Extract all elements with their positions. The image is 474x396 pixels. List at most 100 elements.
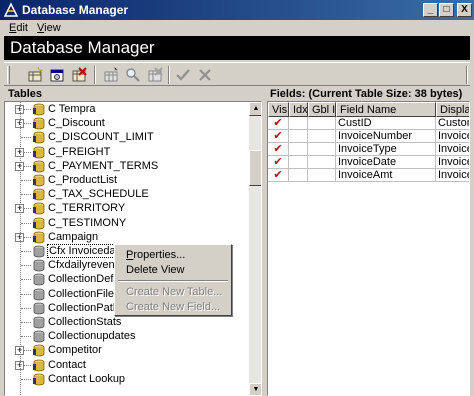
tree-item-label: CollectionPath	[48, 301, 119, 314]
find-icon[interactable]	[124, 66, 142, 84]
view-icon	[32, 316, 46, 329]
new-table-icon[interactable]	[26, 66, 44, 84]
view-icon	[32, 273, 46, 286]
tree-item[interactable]: + Campaign	[5, 230, 249, 245]
grid-cell-name[interactable]: InvoiceNumber	[336, 130, 436, 143]
visible-checkbox[interactable]: ✔	[268, 156, 289, 169]
menu-item-create-new-table[interactable]: Create New Table...	[126, 286, 222, 298]
grid-cell-gbl[interactable]	[308, 169, 336, 182]
column-header-gbl[interactable]: Gbl ID	[308, 102, 336, 117]
tree-item[interactable]: + Competitor	[5, 343, 249, 358]
fields-pane-label: Fields: (Current Table Size: 38 bytes)	[270, 88, 463, 100]
grid-cell-idx[interactable]	[289, 143, 308, 156]
tree-item[interactable]: C_DISCOUNT_LIMIT	[5, 130, 249, 145]
table-icon	[32, 160, 46, 173]
grid-cell-display[interactable]: Invoice Amt	[436, 169, 469, 182]
tree-line	[21, 222, 31, 224]
scroll-down-button[interactable]: ▼	[249, 383, 261, 395]
tree-item[interactable]: Collectionupdates	[5, 329, 249, 344]
minimize-button[interactable]: _	[423, 3, 438, 17]
tree-item[interactable]: + C_TERRITORY	[5, 201, 249, 216]
grid-cell-name[interactable]: CustID	[336, 117, 436, 130]
toolbar-separator	[466, 66, 468, 84]
tree-item[interactable]: + C_FREIGHT	[5, 145, 249, 160]
visible-checkbox[interactable]: ✔	[268, 143, 289, 156]
tree-item[interactable]: + Contact	[5, 358, 249, 373]
visible-checkbox[interactable]: ✔	[268, 169, 289, 182]
tree-item-label: Collectionupdates	[48, 330, 136, 343]
tree-line	[21, 293, 31, 295]
grid-cell-gbl[interactable]	[308, 143, 336, 156]
tree-item-label: CollectionFiles	[48, 287, 120, 300]
tables-scrollbar[interactable]: ▲ ▼	[249, 102, 261, 395]
menu-view[interactable]: View	[37, 22, 61, 34]
visible-checkbox[interactable]: ✔	[268, 117, 289, 130]
menu-edit[interactable]: Edit	[9, 22, 28, 34]
checkmark-icon[interactable]	[174, 66, 192, 84]
visible-checkbox[interactable]: ✔	[268, 130, 289, 143]
tree-item[interactable]: + C_PAYMENT_TERMS	[5, 159, 249, 174]
maximize-button[interactable]: □	[439, 3, 454, 17]
tree-item[interactable]: CollectionStats	[5, 315, 249, 330]
grid-cell-idx[interactable]	[289, 117, 308, 130]
menu-item-create-new-field[interactable]: Create New Field...	[126, 301, 220, 313]
tables-pane-label: Tables	[8, 88, 43, 100]
table-properties-icon[interactable]	[48, 66, 66, 84]
grid-cell-gbl[interactable]	[308, 117, 336, 130]
grid-cell-display[interactable]: Invoice Date	[436, 156, 469, 169]
tree-item[interactable]: C_TESTIMONY	[5, 216, 249, 231]
grid-cell-gbl[interactable]	[308, 130, 336, 143]
grid-cell-gbl[interactable]	[308, 156, 336, 169]
column-header-vis[interactable]: Vis	[268, 102, 289, 117]
tree-line	[21, 307, 31, 309]
tree-item-label: C_PAYMENT_TERMS	[48, 159, 159, 172]
tree-item[interactable]: + C Tempra	[5, 102, 249, 117]
column-header-name[interactable]: Field Name	[336, 102, 436, 117]
delete-table-icon[interactable]	[70, 66, 88, 84]
window-title: Database Manager	[22, 3, 129, 17]
tree-item[interactable]: + C_Discount	[5, 116, 249, 131]
grid-cell-idx[interactable]	[289, 130, 308, 143]
toolbar-grip[interactable]	[7, 66, 10, 84]
title-bar: Database Manager _ □ X	[0, 0, 474, 20]
grid-cell-name[interactable]: InvoiceAmt	[336, 169, 436, 182]
grid-cell-name[interactable]: InvoiceDate	[336, 156, 436, 169]
tree-item-label: CollectionDefs	[48, 273, 119, 286]
view-icon	[32, 259, 46, 272]
tree-item-label: Campaign	[48, 230, 99, 243]
cancel-x-icon[interactable]	[196, 66, 214, 84]
menu-item-delete-view[interactable]: Delete View	[126, 264, 185, 276]
table-icon	[32, 174, 46, 187]
grid-cell-idx[interactable]	[289, 169, 308, 182]
view-icon	[32, 288, 46, 301]
tree-item-label: C_TESTIMONY	[48, 216, 127, 229]
tree-item-label: CollectionStats	[48, 316, 122, 328]
table-icon	[32, 231, 46, 244]
grid-cell-display[interactable]: Invoice Type	[436, 143, 469, 156]
grid-cell-idx[interactable]	[289, 156, 308, 169]
new-field-icon[interactable]	[102, 66, 120, 84]
column-header-display[interactable]: Display	[436, 102, 469, 117]
grid-cell-display[interactable]: Invoice Number	[436, 130, 469, 143]
tree-item[interactable]: Contact Lookup	[5, 372, 249, 387]
delete-field-icon[interactable]	[146, 66, 164, 84]
tree-line	[21, 194, 31, 196]
grid-cell-display[interactable]: CustomerID	[436, 117, 469, 130]
tree-item[interactable]: C_TAX_SCHEDULE	[5, 187, 249, 202]
table-icon	[32, 188, 46, 201]
table-icon	[32, 131, 46, 144]
menu-item-properties[interactable]: Properties...	[126, 249, 185, 261]
tree-item[interactable]: C_ProductList	[5, 173, 249, 188]
tree-item-label: Contact Lookup	[48, 372, 126, 385]
table-icon	[32, 103, 46, 116]
close-button[interactable]: X	[457, 3, 472, 17]
view-icon	[32, 330, 46, 343]
scroll-up-button[interactable]: ▲	[249, 102, 261, 116]
tree-item-label: C_Discount	[48, 117, 105, 130]
scroll-thumb[interactable]	[249, 150, 261, 186]
grid-cell-name[interactable]: InvoiceType	[336, 143, 436, 156]
fields-grid[interactable]: VisIdxGbl IDField NameDisplay ✔ CustIDCust…	[267, 101, 470, 396]
column-header-idx[interactable]: Idx	[289, 102, 308, 117]
table-icon	[32, 117, 46, 130]
tree-line	[21, 336, 31, 338]
